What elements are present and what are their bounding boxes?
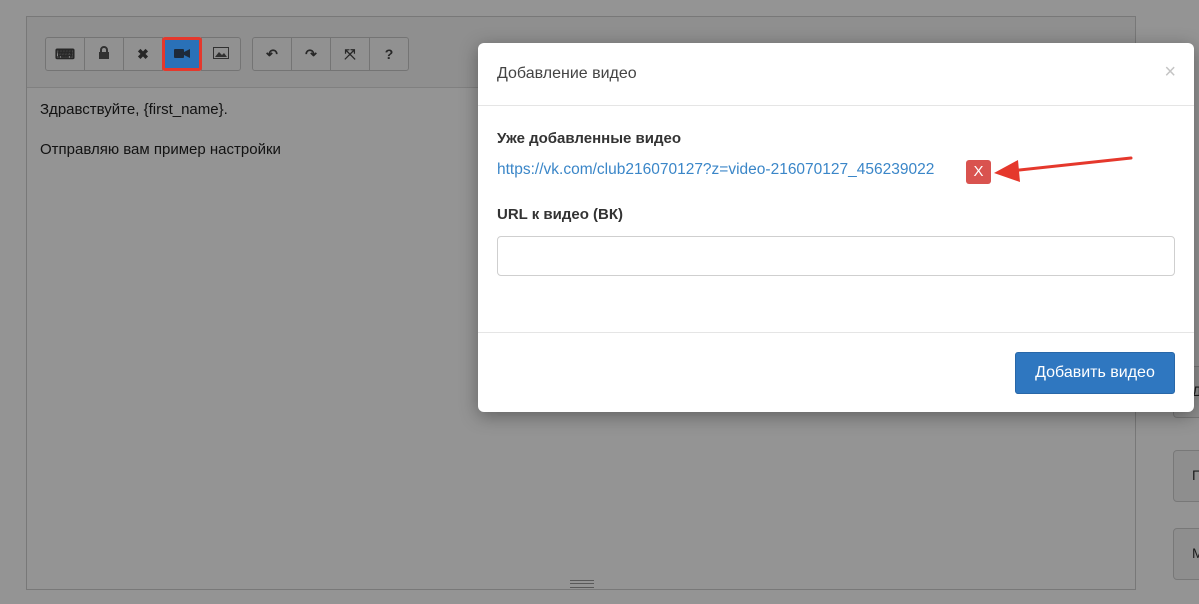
add-video-button[interactable]: Добавить видео (1015, 352, 1175, 394)
video-button[interactable] (162, 37, 202, 71)
added-video-link[interactable]: https://vk.com/club216070127?z=video-216… (497, 161, 934, 179)
remove-video-button[interactable]: X (966, 160, 991, 184)
page: ⌨ ✖ ↶ ↷ ⤧ ? Здравствуйте, {first_name}. … (0, 0, 1199, 604)
video-camera-icon (174, 46, 190, 62)
modal-footer: Добавить видео (478, 333, 1194, 413)
added-videos-label: Уже добавленные видео (497, 130, 681, 147)
close-icon[interactable]: × (1164, 61, 1176, 84)
add-video-modal: Добавление видео × Уже добавленные видео… (478, 43, 1194, 412)
modal-body: Уже добавленные видео https://vk.com/clu… (478, 106, 1194, 333)
modal-header: Добавление видео × (478, 43, 1194, 106)
video-url-label: URL к видео (ВК) (497, 206, 624, 223)
modal-title: Добавление видео (497, 65, 637, 82)
video-url-input[interactable] (497, 236, 1175, 276)
